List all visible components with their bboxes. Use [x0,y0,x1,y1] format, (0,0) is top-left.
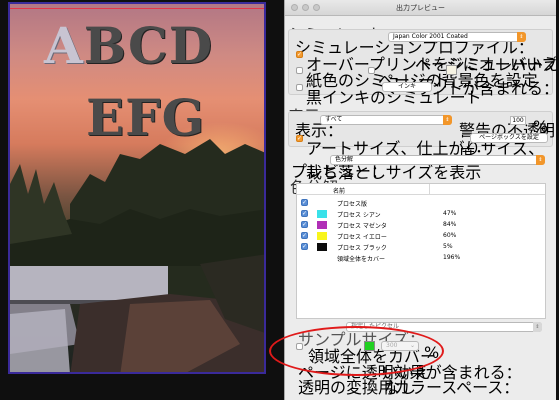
letters-row-efg: EFG [86,88,205,147]
row-percent: 47% [443,210,457,217]
cyan-swatch [317,210,327,218]
chevron-updown-icon: ⇕ [443,115,452,125]
letter-f: F [125,88,162,147]
title-bar: 出力プレビュー [285,0,556,16]
black-swatch [317,243,327,251]
window-title: 出力プレビュー [396,4,445,12]
preview-select-value: 色分解 [335,156,354,163]
row-percent: 60% [443,232,457,239]
column-name-header: 名前 [333,188,346,195]
row-name: プロセス版 [337,201,368,208]
page-bg-checkbox[interactable] [368,67,375,74]
chevron-updown-icon: ⇕ [533,322,542,332]
paper-color-checkbox[interactable] [296,67,303,74]
row-visibility-checkbox[interactable] [301,209,308,218]
row-percent: 5% [443,243,453,250]
document-preview: ABCD EFG [8,2,266,374]
profile-select-value: Japan Color 2001 Coated [393,33,468,40]
pagebox-button[interactable]: ページボックスを設定 [470,133,548,143]
show-select[interactable]: すべて ⇕ [320,115,452,125]
table-header: 名前 [297,184,545,195]
row-percent: 84% [443,221,457,228]
table-row[interactable]: プロセス イエロー 60% [297,231,545,241]
page-bg-color-swatch[interactable] [446,65,457,75]
black-ink-checkbox[interactable] [296,84,303,91]
row-percent: 196% [443,254,461,261]
row-visibility-checkbox[interactable] [301,220,308,229]
row-name: プロセス イエロー [337,234,387,241]
show-select-value: すべて [325,116,343,123]
chevron-updown-icon: ⇕ [536,155,545,165]
row-name: プロセス ブラック [337,245,387,252]
column-divider [429,184,430,195]
magenta-swatch [317,221,327,229]
table-row[interactable]: プロセス シアン 47% [297,209,545,219]
artsize-checkbox[interactable] [296,134,303,143]
opacity-input[interactable]: 100 [510,116,526,125]
table-row[interactable]: プロセス ブラック 5% [297,242,545,252]
overprint-checkbox[interactable] [296,50,303,59]
chevron-updown-icon: ⇕ [517,32,526,42]
letter-a: A [44,16,84,75]
yellow-swatch [317,232,327,240]
profile-select[interactable]: Japan Color 2001 Coated ⇕ [388,32,526,42]
row-name: プロセス シアン [337,212,381,219]
preview-select[interactable]: 色分解 ⇕ [330,155,545,165]
row-name: プロセス マゼンタ [337,223,387,230]
blend-space-value: なし [384,378,417,397]
letter-d: D [168,16,214,75]
row-visibility-checkbox[interactable] [301,198,308,207]
table-row[interactable]: プロセス マゼンタ 84% [297,220,545,230]
letter-g: G [161,88,206,147]
letter-c: C [128,16,169,75]
row-name: 領域全体をカバー [337,256,386,263]
letter-e: E [86,88,126,147]
table-row[interactable]: プロセス版 [297,198,545,208]
annotation-ellipse [269,326,444,376]
row-visibility-checkbox[interactable] [301,231,308,240]
letter-b: B [83,16,128,75]
row-visibility-checkbox[interactable] [301,242,308,251]
separations-table: 名前 プロセス版 プロセス シアン 47% プロセス マゼンタ 84% プロセス… [296,183,546,319]
table-row[interactable]: 領域全体をカバー 196% [297,253,545,263]
letters-row-abcd: ABCD [44,16,213,75]
ink-button[interactable]: インキ [382,82,432,92]
